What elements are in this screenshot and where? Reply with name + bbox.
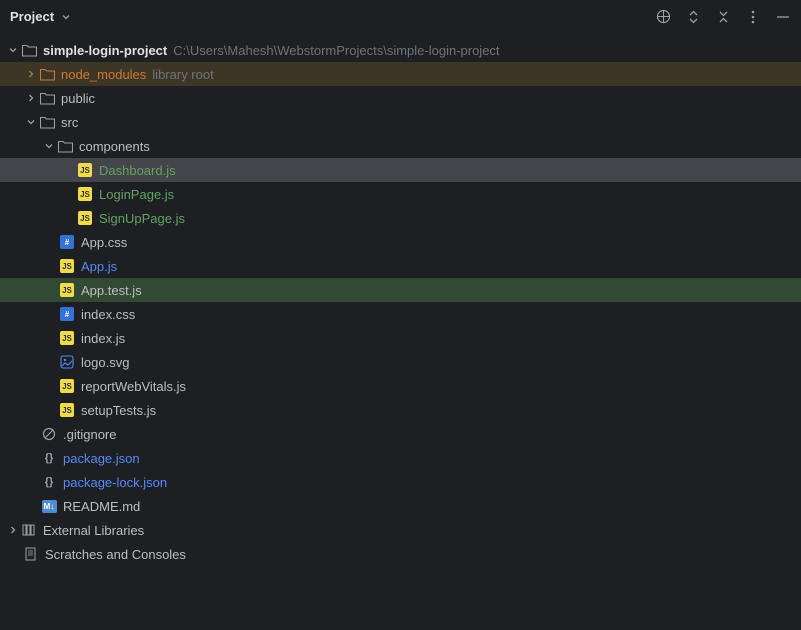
public-folder-row[interactable]: public: [0, 86, 801, 110]
indexjs-label: index.js: [81, 331, 125, 346]
js-file-icon: JS: [59, 378, 75, 394]
js-file-icon: JS: [59, 258, 75, 274]
collapse-all-icon[interactable]: [715, 9, 731, 25]
external-libraries-label: External Libraries: [43, 523, 144, 538]
folder-icon: [57, 138, 73, 154]
loginpage-file-row[interactable]: JS LoginPage.js: [0, 182, 801, 206]
project-root-row[interactable]: simple-login-project C:\Users\Mahesh\Web…: [0, 38, 801, 62]
svg-file-icon: [59, 354, 75, 370]
gitignore-icon: [41, 426, 57, 442]
chevron-down-icon: [58, 9, 74, 25]
loginpage-label: LoginPage.js: [99, 187, 174, 202]
setuptests-label: setupTests.js: [81, 403, 156, 418]
setuptests-file-row[interactable]: JS setupTests.js: [0, 398, 801, 422]
external-libraries-row[interactable]: External Libraries: [0, 518, 801, 542]
logosvg-label: logo.svg: [81, 355, 129, 370]
json-file-icon: {}: [41, 474, 57, 490]
markdown-file-icon: M↓: [41, 498, 57, 514]
folder-icon: [39, 114, 55, 130]
src-folder-row[interactable]: src: [0, 110, 801, 134]
js-test-file-icon: JS: [59, 282, 75, 298]
library-icon: [21, 522, 37, 538]
node-modules-row[interactable]: node_modules library root: [0, 62, 801, 86]
library-root-label: library root: [152, 67, 213, 82]
more-options-icon[interactable]: [745, 9, 761, 25]
chevron-right-icon[interactable]: [23, 90, 39, 106]
node-modules-label: node_modules: [61, 67, 146, 82]
scratches-label: Scratches and Consoles: [45, 547, 186, 562]
signuppage-label: SignUpPage.js: [99, 211, 185, 226]
packagejson-label: package.json: [63, 451, 140, 466]
chevron-down-icon[interactable]: [41, 138, 57, 154]
appcss-file-row[interactable]: # App.css: [0, 230, 801, 254]
expand-all-icon[interactable]: [685, 9, 701, 25]
header-left[interactable]: Project: [10, 9, 74, 25]
packagelock-file-row[interactable]: {} package-lock.json: [0, 470, 801, 494]
indexjs-file-row[interactable]: JS index.js: [0, 326, 801, 350]
apptest-file-row[interactable]: JS App.test.js: [0, 278, 801, 302]
js-file-icon: JS: [77, 162, 93, 178]
gitignore-label: .gitignore: [63, 427, 116, 442]
signuppage-file-row[interactable]: JS SignUpPage.js: [0, 206, 801, 230]
js-file-icon: JS: [59, 402, 75, 418]
appjs-file-row[interactable]: JS App.js: [0, 254, 801, 278]
chevron-down-icon[interactable]: [23, 114, 39, 130]
json-file-icon: {}: [41, 450, 57, 466]
logosvg-file-row[interactable]: logo.svg: [0, 350, 801, 374]
panel-header: Project: [0, 0, 801, 34]
select-opened-file-icon[interactable]: [655, 9, 671, 25]
indexcss-file-row[interactable]: # index.css: [0, 302, 801, 326]
css-file-icon: #: [59, 234, 75, 250]
hide-panel-icon[interactable]: [775, 9, 791, 25]
folder-icon: [39, 66, 55, 82]
panel-title: Project: [10, 9, 54, 24]
scratches-row[interactable]: Scratches and Consoles: [0, 542, 801, 566]
gitignore-file-row[interactable]: .gitignore: [0, 422, 801, 446]
src-label: src: [61, 115, 78, 130]
project-path: C:\Users\Mahesh\WebstormProjects\simple-…: [173, 43, 499, 58]
chevron-right-icon[interactable]: [23, 66, 39, 82]
appcss-label: App.css: [81, 235, 127, 250]
components-label: components: [79, 139, 150, 154]
dashboard-file-row[interactable]: JS Dashboard.js: [0, 158, 801, 182]
chevron-down-icon[interactable]: [5, 42, 21, 58]
chevron-right-icon[interactable]: [5, 522, 21, 538]
webvitals-file-row[interactable]: JS reportWebVitals.js: [0, 374, 801, 398]
header-actions: [655, 9, 791, 25]
js-file-icon: JS: [77, 186, 93, 202]
appjs-label: App.js: [81, 259, 117, 274]
scratches-icon: [23, 546, 39, 562]
folder-icon: [21, 42, 37, 58]
packagelock-label: package-lock.json: [63, 475, 167, 490]
js-file-icon: JS: [59, 330, 75, 346]
packagejson-file-row[interactable]: {} package.json: [0, 446, 801, 470]
css-file-icon: #: [59, 306, 75, 322]
folder-icon: [39, 90, 55, 106]
readme-label: README.md: [63, 499, 140, 514]
indexcss-label: index.css: [81, 307, 135, 322]
project-tree: simple-login-project C:\Users\Mahesh\Web…: [0, 34, 801, 566]
readme-file-row[interactable]: M↓ README.md: [0, 494, 801, 518]
webvitals-label: reportWebVitals.js: [81, 379, 186, 394]
dashboard-label: Dashboard.js: [99, 163, 176, 178]
components-folder-row[interactable]: components: [0, 134, 801, 158]
public-label: public: [61, 91, 95, 106]
apptest-label: App.test.js: [81, 283, 142, 298]
js-file-icon: JS: [77, 210, 93, 226]
project-name: simple-login-project: [43, 43, 167, 58]
